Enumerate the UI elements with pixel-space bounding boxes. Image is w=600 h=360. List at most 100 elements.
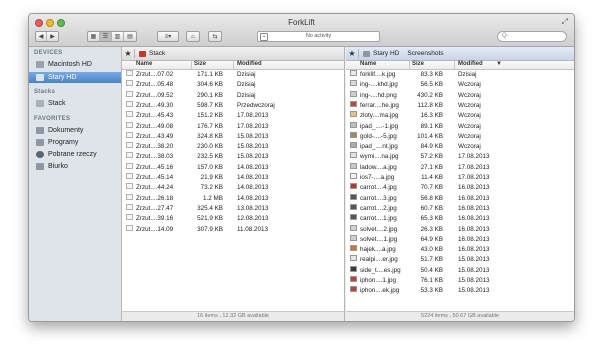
file-row[interactable]: Zrzut....45.43 151.2 KB 17.08.2013 (122, 111, 344, 121)
file-name: Zrzut....38.03 (136, 153, 174, 161)
file-row[interactable]: iphon....1.jpg 76.1 KB 15.08.2013 (346, 276, 574, 286)
file-row[interactable]: ipad_....-1.jpg 89.1 KB Wczoraj (346, 121, 574, 132)
action-menu-button[interactable]: ≡▾ (157, 31, 179, 42)
file-row[interactable]: side_t....es.jpg 50.4 KB 15.08.2013 (346, 265, 574, 276)
icon-view-button[interactable]: ▦ (88, 32, 100, 41)
file-row[interactable]: Zrzut....43.49 324.8 KB 15.08.2013 (122, 131, 344, 142)
image-file-icon (126, 111, 133, 118)
image-thumbnail-icon (350, 152, 357, 159)
file-modified: 17.08.2013 (458, 163, 490, 171)
column-header-name[interactable]: Name (360, 61, 376, 67)
file-modified: Wczoraj (458, 91, 481, 99)
file-row[interactable]: hajek....a.jpg 43.0 KB 16.08.2013 (346, 245, 574, 255)
file-row[interactable]: Zrzut....27.47 325.4 KB 13.08.2013 (122, 203, 344, 214)
file-row[interactable]: Zrzut....05.48 304.6 KB Dzisiaj (122, 80, 344, 90)
column-divider[interactable] (191, 61, 192, 70)
path-crumb[interactable]: Stack (139, 50, 169, 57)
column-view-button[interactable]: ▥ (112, 32, 124, 41)
file-row[interactable]: ipad_....nt.jpg 84.9 KB Wczoraj (346, 142, 574, 152)
sidebar-item-label: Biurko (48, 163, 68, 170)
coverflow-view-button[interactable]: ▤ (124, 32, 136, 41)
sidebar-item-pobrane-rzeczy[interactable]: Pobrane rzeczy (29, 149, 121, 160)
forward-arrow-icon: ▶ (50, 34, 55, 40)
path-crumb[interactable]: Screenshots (407, 50, 447, 57)
file-row[interactable]: Zrzut....38.03 232.5 KB 15.08.2013 (122, 152, 344, 162)
sidebar-item-dokumenty[interactable]: Dokumenty (29, 125, 121, 136)
file-row[interactable]: ios7-....a.jpg 11.4 KB 17.08.2013 (346, 173, 574, 183)
file-row[interactable]: Zrzut....14.09 307.9 KB 11.08.2013 (122, 224, 344, 235)
column-header-name[interactable]: Name (136, 61, 152, 67)
file-row[interactable]: Zrzut....26.18 1.2 MB 14.08.2013 (122, 193, 344, 204)
file-name: Zrzut....49.08 (136, 122, 174, 130)
file-name: Zrzut....07.02 (136, 71, 174, 78)
column-header-size[interactable]: Size (194, 61, 206, 67)
search-placeholder: Q- (502, 33, 509, 39)
file-modified: Wczoraj (458, 101, 481, 109)
forward-button[interactable]: ▶ (47, 32, 58, 41)
image-thumbnail-icon (350, 183, 357, 190)
sync-button[interactable]: ⇆ (208, 31, 222, 42)
file-row[interactable]: gold-....-5.jpg 101.4 KB Wczoraj (346, 131, 574, 142)
image-thumbnail-icon (350, 255, 357, 262)
file-row[interactable]: Zrzut....45.14 21.9 KB 14.08.2013 (122, 173, 344, 183)
file-row[interactable]: Zrzut....07.02 171.1 KB Dzisiaj (122, 70, 344, 80)
column-divider[interactable] (233, 61, 234, 70)
list-view-button[interactable]: ☰ (100, 32, 112, 41)
image-file-icon (126, 193, 133, 200)
path-crumb[interactable]: Stary HD (363, 50, 403, 57)
titlebar: ForkLift ⤢ ◀ ▶ ▦ ☰ ▥ ▤ ≡▾ ⌂ ⇆ • No activ… (29, 14, 574, 47)
file-row[interactable]: Zrzut....38.20 230.0 KB 15.08.2013 (122, 142, 344, 152)
activity-text: No activity (305, 33, 332, 39)
file-row[interactable]: realpi....er.jpg 51.7 KB 15.08.2013 (346, 255, 574, 265)
file-name: carrot....1.jpg (360, 215, 397, 223)
column-divider[interactable] (409, 61, 410, 70)
stop-icon[interactable]: • (260, 33, 268, 41)
file-size: 70.7 KB (420, 184, 443, 192)
column-header-modified[interactable]: Modified (458, 61, 483, 67)
file-modified: Dzisiaj (237, 91, 256, 99)
activity-field: • No activity (257, 31, 380, 42)
sort-descending-icon[interactable]: ▼ (496, 61, 502, 67)
sidebar-item-programy[interactable]: Programy (29, 137, 121, 148)
file-row[interactable]: ladow....a.jpg 27.1 KB 17.08.2013 (346, 162, 574, 173)
file-row[interactable]: solvet....1.jpg 64.9 KB 16.08.2013 (346, 234, 574, 245)
sidebar-item-stack[interactable]: Stack (29, 98, 121, 109)
file-row[interactable]: iphon....ek.jpg 53.3 KB 15.08.2013 (346, 286, 574, 296)
file-row[interactable]: forklif....k.jpg 83.3 KB Dzisiaj (346, 70, 574, 80)
file-modified: 15.08.2013 (237, 143, 269, 151)
file-row[interactable]: zloty....ma.jpg 16.3 KB Wczoraj (346, 111, 574, 121)
downloads-icon (36, 151, 44, 158)
file-row[interactable]: carrot....3.jpg 56.8 KB 16.08.2013 (346, 193, 574, 204)
connect-button[interactable]: ⌂ (186, 31, 200, 42)
file-row[interactable]: Zrzut....49.08 176.7 KB 17.08.2013 (122, 121, 344, 132)
file-row[interactable]: Zrzut....09.52 290.1 KB Dzisiaj (122, 90, 344, 101)
file-row[interactable]: ing-....hd.png 430.2 KB Wczoraj (346, 90, 574, 101)
favorite-star-icon[interactable]: ★ (122, 49, 135, 58)
file-row[interactable]: Zrzut....39.16 521.9 KB 12.08.2013 (122, 214, 344, 224)
file-row[interactable]: carrot....4.jpg 70.7 KB 16.08.2013 (346, 183, 574, 193)
favorite-star-icon[interactable]: ★ (346, 49, 359, 58)
file-row[interactable]: Zrzut....44.24 73.2 KB 14.08.2013 (122, 183, 344, 193)
file-row[interactable]: wymi....na.jpg 57.2 KB 17.08.2013 (346, 152, 574, 162)
file-row[interactable]: carrot....2.jpg 60.7 KB 16.08.2013 (346, 203, 574, 214)
file-row[interactable]: carrot....1.jpg 65.3 KB 16.08.2013 (346, 214, 574, 224)
sidebar-item-stary-hd[interactable]: Stary HD (29, 72, 121, 83)
file-modified: 11.08.2013 (237, 225, 269, 233)
file-row[interactable]: solvet....2.jpg 26.3 KB 16.08.2013 (346, 224, 574, 235)
file-row[interactable]: ferrar....he.jpg 112.8 KB Wczoraj (346, 100, 574, 111)
right-path-bar: ★ Stary HD Screenshots (346, 47, 574, 61)
file-row[interactable]: ing-....khd.jpg 56.5 KB Wczoraj (346, 80, 574, 90)
file-name: carrot....2.jpg (360, 204, 397, 212)
sidebar-item-biurko[interactable]: Biurko (29, 161, 121, 172)
fullscreen-icon[interactable]: ⤢ (562, 17, 568, 27)
column-header-modified[interactable]: Modified (237, 61, 262, 67)
sidebar-item-macintosh-hd[interactable]: Macintosh HD (29, 59, 121, 70)
file-size: 304.6 KB (197, 81, 223, 89)
search-field[interactable]: Q- (497, 31, 567, 42)
file-name: ing-....khd.jpg (360, 81, 398, 89)
column-divider[interactable] (454, 61, 455, 70)
file-row[interactable]: Zrzut....49.30 598.7 KB Przedwczoraj (122, 100, 344, 111)
column-header-size[interactable]: Size (412, 61, 424, 67)
back-button[interactable]: ◀ (36, 32, 47, 41)
file-row[interactable]: Zrzut....45.16 157.0 KB 14.08.2013 (122, 162, 344, 173)
